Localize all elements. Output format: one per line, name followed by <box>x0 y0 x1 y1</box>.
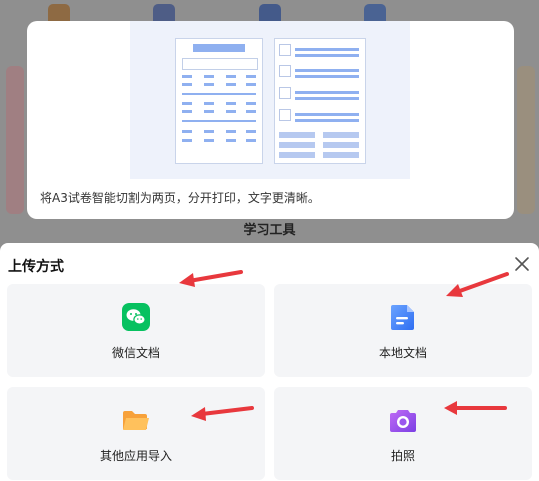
annotation-arrow <box>179 270 243 287</box>
annotation-arrow <box>444 401 507 415</box>
feature-tip-description: 将A3试卷智能切割为两页，分开打印，文字更清晰。 <box>40 191 320 205</box>
wechat-icon <box>121 302 151 332</box>
annotation-arrow <box>446 272 509 297</box>
feature-tip-card: 将A3试卷智能切割为两页，分开打印，文字更清晰。 <box>27 21 514 219</box>
background-card <box>517 66 535 214</box>
folder-icon <box>121 405 151 435</box>
paper-page-right <box>274 38 366 164</box>
paper-page-left <box>175 38 263 164</box>
option-label: 其他应用导入 <box>99 449 172 463</box>
close-button[interactable] <box>512 254 532 274</box>
option-wechat-document[interactable]: 微信文档 <box>7 284 265 377</box>
close-icon <box>515 257 529 271</box>
camera-icon <box>388 405 418 435</box>
sheet-title: 上传方式 <box>8 259 64 275</box>
background-section-title: 学习工具 <box>243 223 296 238</box>
option-label: 微信文档 <box>111 346 160 360</box>
annotation-arrow <box>191 406 254 421</box>
a3-split-preview-illustration <box>130 21 410 179</box>
option-label: 本地文档 <box>378 346 427 360</box>
document-icon <box>388 302 418 332</box>
background-card <box>6 66 24 214</box>
option-label: 拍照 <box>390 449 415 463</box>
